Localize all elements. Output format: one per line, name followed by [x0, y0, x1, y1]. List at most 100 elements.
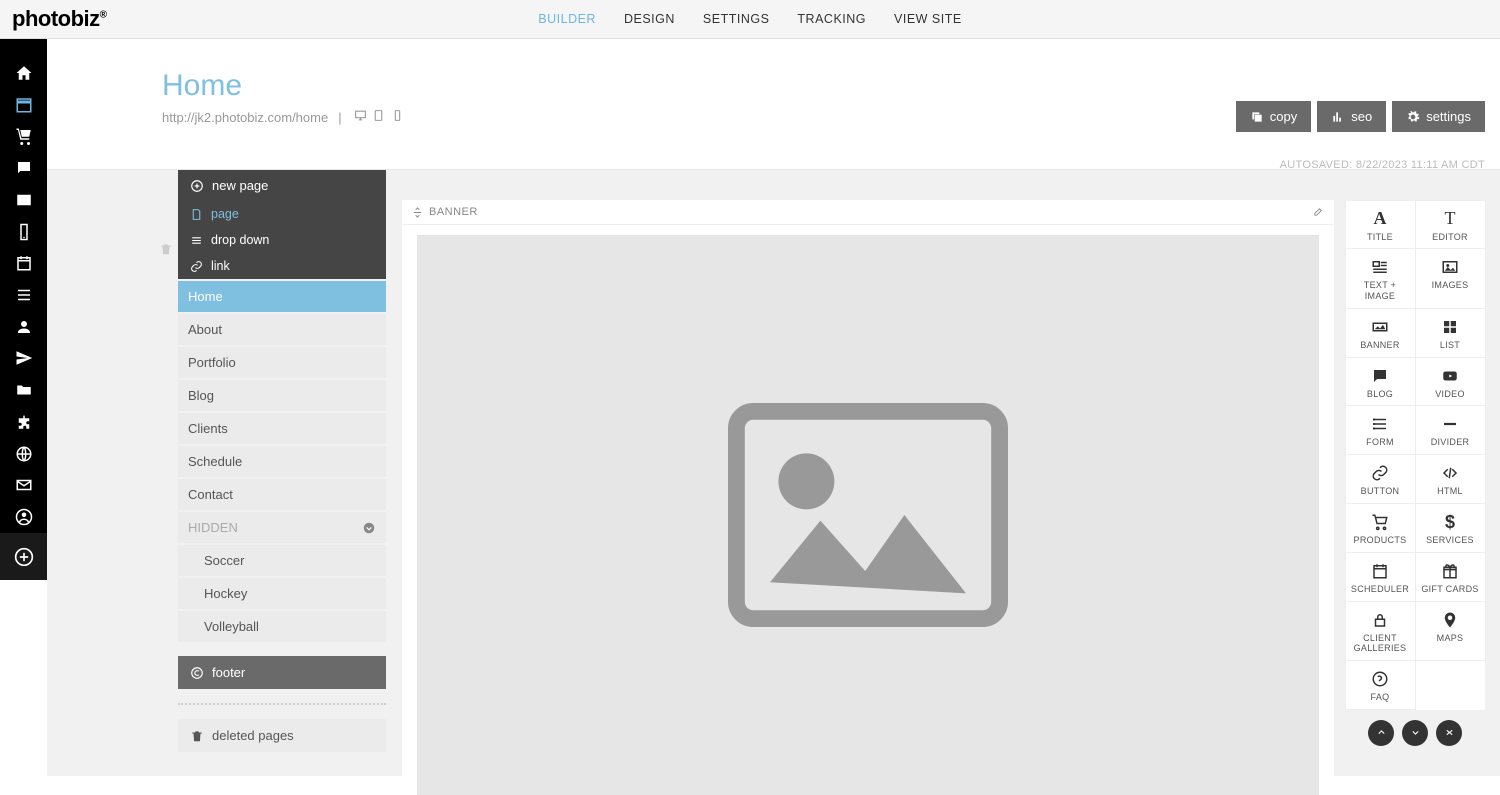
pin-icon: [1418, 610, 1483, 630]
images-icon: [1418, 257, 1483, 277]
top-bar: photobiz® BUILDER DESIGN SETTINGS TRACKI…: [0, 0, 1500, 39]
new-page-option-link[interactable]: link: [178, 253, 386, 279]
nav-builder[interactable]: BUILDER: [538, 12, 596, 26]
collapse-button[interactable]: [1436, 720, 1462, 746]
plus-circle-icon: [190, 179, 204, 193]
deleted-pages-button[interactable]: deleted pages: [178, 719, 386, 752]
send-icon[interactable]: [0, 343, 47, 375]
page-title: Home: [162, 69, 1480, 103]
element-client-galleries[interactable]: CLIENT GALLERIES: [1345, 601, 1416, 662]
phone-icon[interactable]: [0, 216, 47, 248]
image-placeholder-icon: [728, 403, 1008, 627]
banner-icon: [1348, 317, 1413, 337]
question-icon: [1348, 669, 1413, 689]
page-item-soccer[interactable]: Soccer: [178, 545, 386, 576]
element-faq[interactable]: FAQ: [1345, 660, 1416, 710]
element-blog[interactable]: BLOG: [1345, 357, 1416, 407]
video-icon: [1418, 366, 1483, 386]
chart-icon: [1331, 110, 1345, 124]
element-controls: [1345, 720, 1485, 746]
folder-icon[interactable]: [0, 374, 47, 406]
nav-settings[interactable]: SETTINGS: [703, 12, 770, 26]
list-icon[interactable]: [0, 279, 47, 311]
globe-icon[interactable]: [0, 438, 47, 470]
element-divider[interactable]: DIVIDER: [1415, 405, 1486, 455]
copy-button[interactable]: copy: [1236, 101, 1311, 132]
page-item-clients[interactable]: Clients: [178, 413, 386, 444]
new-page-option-page[interactable]: page: [178, 201, 386, 227]
image-icon[interactable]: [0, 184, 47, 216]
block-header[interactable]: BANNER: [402, 200, 1334, 225]
footer-button[interactable]: footer: [178, 656, 386, 689]
dollar-icon: $: [1418, 512, 1483, 532]
element-editor[interactable]: TEDITOR: [1415, 200, 1486, 250]
settings-button[interactable]: settings: [1392, 101, 1485, 132]
add-icon[interactable]: [0, 533, 47, 580]
canvas: BANNER: [402, 200, 1334, 776]
page-item-volleyball[interactable]: Volleyball: [178, 611, 386, 642]
element-list[interactable]: LIST: [1415, 308, 1486, 358]
work-area: new page page drop down link Home About …: [47, 169, 1500, 776]
chat-icon[interactable]: [0, 152, 47, 184]
seo-button[interactable]: seo: [1317, 101, 1386, 132]
divider: [178, 703, 386, 705]
element-form[interactable]: FORM: [1345, 405, 1416, 455]
main: Home http://jk2.photobiz.com/home | copy…: [47, 39, 1500, 776]
element-scheduler[interactable]: SCHEDULER: [1345, 552, 1416, 602]
cart-icon: [1348, 512, 1413, 532]
drag-icon[interactable]: [412, 207, 423, 218]
blog-icon: [1348, 366, 1413, 386]
element-text-image[interactable]: TEXT + IMAGE: [1345, 248, 1416, 309]
page-url: http://jk2.photobiz.com/home: [162, 110, 328, 125]
delete-page-icon[interactable]: [159, 242, 173, 261]
copy-icon: [1250, 110, 1264, 124]
element-images[interactable]: IMAGES: [1415, 248, 1486, 309]
calendar-icon[interactable]: [0, 247, 47, 279]
form-icon: [1348, 414, 1413, 434]
link-icon: [190, 260, 203, 273]
nav-view-site[interactable]: VIEW SITE: [894, 12, 962, 26]
page-group-hidden[interactable]: HIDDEN: [178, 512, 386, 543]
element-maps[interactable]: MAPS: [1415, 601, 1486, 662]
element-banner[interactable]: BANNER: [1345, 308, 1416, 358]
banner-placeholder[interactable]: [417, 235, 1319, 795]
page-item-home[interactable]: Home: [178, 281, 386, 312]
page-item-about[interactable]: About: [178, 314, 386, 345]
move-up-button[interactable]: [1368, 720, 1394, 746]
page-item-schedule[interactable]: Schedule: [178, 446, 386, 477]
element-html[interactable]: HTML: [1415, 454, 1486, 504]
mail-icon[interactable]: [0, 470, 47, 502]
element-services[interactable]: $SERVICES: [1415, 503, 1486, 553]
device-icons[interactable]: [352, 109, 404, 125]
element-title[interactable]: ATITLE: [1345, 200, 1416, 250]
editor-icon: T: [1418, 209, 1483, 229]
move-down-button[interactable]: [1402, 720, 1428, 746]
dropdown-icon: [190, 234, 203, 247]
element-video[interactable]: VIDEO: [1415, 357, 1486, 407]
new-page-button[interactable]: new page: [178, 170, 386, 201]
desktop-icon[interactable]: [354, 109, 367, 122]
page-item-blog[interactable]: Blog: [178, 380, 386, 411]
chevron-down-icon: [362, 521, 376, 535]
new-page-option-dropdown[interactable]: drop down: [178, 227, 386, 253]
account-icon[interactable]: [0, 501, 47, 533]
user-icon[interactable]: [0, 311, 47, 343]
page-header: Home http://jk2.photobiz.com/home | copy…: [47, 39, 1500, 137]
page-item-contact[interactable]: Contact: [178, 479, 386, 510]
page-item-portfolio[interactable]: Portfolio: [178, 347, 386, 378]
nav-tracking[interactable]: TRACKING: [797, 12, 866, 26]
element-gift-cards[interactable]: GIFT CARDS: [1415, 552, 1486, 602]
link-icon: [1348, 463, 1413, 483]
cart-icon[interactable]: [0, 120, 47, 152]
edit-block-icon[interactable]: [1313, 206, 1324, 220]
puzzle-icon[interactable]: [0, 406, 47, 438]
element-products[interactable]: PRODUCTS: [1345, 503, 1416, 553]
page-item-hockey[interactable]: Hockey: [178, 578, 386, 609]
nav-design[interactable]: DESIGN: [624, 12, 675, 26]
home-icon[interactable]: [0, 57, 47, 89]
left-icon-bar: [0, 39, 47, 533]
builder-icon[interactable]: [0, 89, 47, 121]
tablet-icon[interactable]: [372, 109, 385, 122]
mobile-icon[interactable]: [391, 109, 404, 122]
element-button[interactable]: BUTTON: [1345, 454, 1416, 504]
